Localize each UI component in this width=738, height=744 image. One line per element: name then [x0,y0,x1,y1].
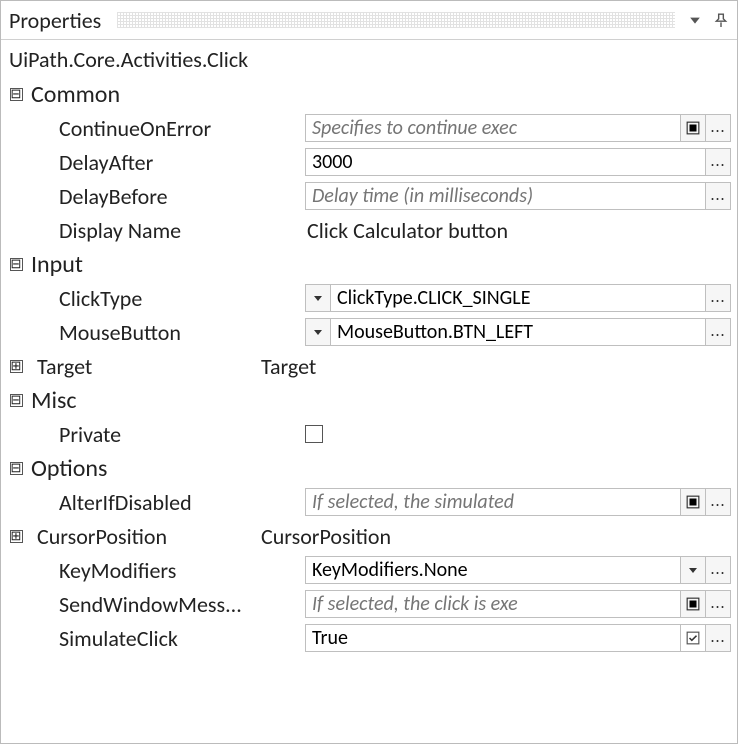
click-type-input[interactable] [330,284,706,312]
properties-panel: Properties UiPath.Core.Activities.Click … [0,0,738,744]
ellipsis-button[interactable]: ... [705,114,731,142]
prop-label: SimulateClick [53,625,305,652]
prop-label: Display Name [53,217,305,244]
panel-title: Properties [9,7,101,34]
prop-simulate-click[interactable]: SimulateClick ... [1,621,737,655]
expand-toggle-target[interactable]: ⊞ [10,360,23,373]
marker-button[interactable] [680,114,706,142]
prop-display-name[interactable]: Display Name Click Calculator button [1,213,737,247]
prop-key-modifiers[interactable]: KeyModifiers ... [1,553,737,587]
prop-cursor-position[interactable]: ⊞ CursorPosition CursorPosition [1,519,737,553]
prop-label: DelayAfter [53,149,305,176]
prop-label: ContinueOnError [53,115,305,142]
auto-hide-pin-icon[interactable] [713,12,729,28]
ellipsis-button[interactable]: ... [705,624,731,652]
collapse-toggle-misc[interactable]: ⊟ [10,394,23,407]
expand-toggle-cursor-position[interactable]: ⊞ [10,530,23,543]
ellipsis-button[interactable]: ... [705,148,731,176]
prop-private[interactable]: Private [1,417,737,451]
category-options[interactable]: ⊟ Options [1,451,737,485]
ellipsis-button[interactable]: ... [705,590,731,618]
delay-before-input[interactable] [305,182,706,210]
target-value[interactable]: Target [259,353,731,380]
collapse-toggle-options[interactable]: ⊟ [10,462,23,475]
prop-delay-before[interactable]: DelayBefore ... [1,179,737,213]
prop-label: CursorPosition [31,523,259,550]
category-input[interactable]: ⊟ Input [1,247,737,281]
prop-target[interactable]: ⊞ Target Target [1,349,737,383]
properties-content: UiPath.Core.Activities.Click ⊟ Common Co… [1,40,737,655]
activity-type-name: UiPath.Core.Activities.Click [1,40,737,77]
send-window-messages-input[interactable] [305,590,681,618]
prop-label: Private [53,421,305,448]
prop-continue-on-error[interactable]: ContinueOnError ... [1,111,737,145]
window-position-icon[interactable] [687,12,703,28]
prop-label: AlterIfDisabled [53,489,305,516]
simulate-click-input[interactable] [305,624,681,652]
delay-after-input[interactable] [305,148,706,176]
dropdown-button[interactable] [680,556,706,584]
collapse-toggle-input[interactable]: ⊟ [10,258,23,271]
prop-label: KeyModifiers [53,557,305,584]
dropdown-button[interactable] [305,318,331,346]
simulate-click-checkbox[interactable] [680,624,706,652]
key-modifiers-input[interactable] [305,556,681,584]
dropdown-button[interactable] [305,284,331,312]
prop-delay-after[interactable]: DelayAfter ... [1,145,737,179]
marker-button[interactable] [680,590,706,618]
prop-send-window-messages[interactable]: SendWindowMess... ... [1,587,737,621]
prop-mouse-button[interactable]: MouseButton ... [1,315,737,349]
ellipsis-button[interactable]: ... [705,556,731,584]
alter-if-disabled-input[interactable] [305,488,681,516]
continue-on-error-input[interactable] [305,114,681,142]
ellipsis-button[interactable]: ... [705,182,731,210]
collapse-toggle-common[interactable]: ⊟ [10,88,23,101]
display-name-value[interactable]: Click Calculator button [305,217,731,244]
prop-label: DelayBefore [53,183,305,210]
prop-label: Target [31,353,259,380]
ellipsis-button[interactable]: ... [705,318,731,346]
prop-alter-if-disabled[interactable]: AlterIfDisabled ... [1,485,737,519]
cursor-position-value[interactable]: CursorPosition [259,523,731,550]
category-misc[interactable]: ⊟ Misc [1,383,737,417]
prop-label: MouseButton [53,319,305,346]
ellipsis-button[interactable]: ... [705,284,731,312]
prop-label: SendWindowMess... [53,591,305,618]
prop-label: ClickType [53,285,305,312]
private-checkbox[interactable] [305,425,323,443]
mouse-button-input[interactable] [330,318,706,346]
marker-button[interactable] [680,488,706,516]
panel-titlebar: Properties [1,1,737,40]
ellipsis-button[interactable]: ... [705,488,731,516]
category-common[interactable]: ⊟ Common [1,77,737,111]
prop-click-type[interactable]: ClickType ... [1,281,737,315]
titlebar-grip [117,12,675,28]
